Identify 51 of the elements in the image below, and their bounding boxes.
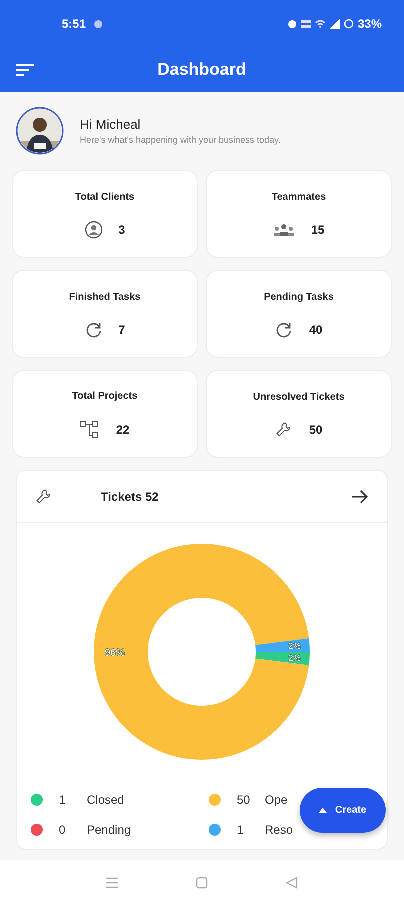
stat-value: 22 (116, 422, 130, 438)
legend-count: 50 (237, 792, 252, 809)
stat-card[interactable]: Total Projects 22 (12, 370, 198, 458)
stat-card[interactable]: Teammates 15 (206, 170, 392, 258)
hierarchy-icon (80, 420, 100, 440)
stat-label: Total Clients (75, 190, 135, 204)
legend-label: Reso (265, 822, 294, 839)
stat-label: Unresolved Tickets (253, 390, 345, 404)
stat-value: 7 (118, 322, 126, 338)
wrench-icon (35, 488, 53, 506)
stat-value: 3 (118, 222, 126, 238)
greeting-subtitle: Here's what's happening with your business today. (80, 134, 281, 147)
stat-value: 40 (309, 322, 323, 338)
slice-label: 96% (105, 648, 125, 659)
home-icon[interactable] (196, 877, 208, 889)
stat-card[interactable]: Total Clients 3 (12, 170, 198, 258)
stat-card[interactable]: Finished Tasks 7 (12, 270, 198, 358)
stat-value: 50 (309, 422, 323, 438)
menu-icon[interactable] (16, 62, 34, 77)
back-icon[interactable] (286, 877, 298, 889)
slice-label: 2% (288, 641, 301, 652)
user-icon (84, 220, 103, 238)
legend-label: Closed (87, 792, 124, 809)
caret-up-icon (319, 808, 328, 813)
stat-label: Total Projects (72, 390, 138, 404)
recent-apps-icon[interactable] (106, 877, 118, 889)
create-button[interactable]: Create (300, 788, 386, 833)
legend-count: 0 (59, 822, 67, 839)
stat-label: Teammates (272, 190, 326, 204)
signal-icon (330, 19, 340, 29)
wifi-icon (314, 19, 326, 29)
status-time: 5:51 (62, 16, 86, 33)
refresh-icon (275, 320, 294, 338)
legend-count: 1 (59, 792, 67, 809)
legend-count: 1 (237, 822, 245, 839)
stat-label: Finished Tasks (69, 290, 141, 304)
stat-label: Pending Tasks (264, 290, 334, 304)
greeting-title: Hi Micheal (80, 116, 142, 134)
tickets-title: Tickets 52 (101, 488, 159, 506)
legend-label: Ope (265, 792, 288, 809)
arrow-right-icon[interactable] (351, 490, 369, 504)
app-title: Dashboard (158, 59, 246, 82)
refresh-icon (84, 320, 103, 338)
stat-card[interactable]: Unresolved Tickets 50 (206, 370, 392, 458)
stat-card[interactable]: Pending Tasks 40 (206, 270, 392, 358)
slice-label: 2% (288, 652, 301, 663)
legend-label: Pending (87, 822, 132, 839)
battery-level: 33% (358, 16, 382, 33)
wrench-icon (275, 420, 294, 438)
stat-value: 15 (311, 222, 325, 238)
group-icon (273, 222, 296, 236)
